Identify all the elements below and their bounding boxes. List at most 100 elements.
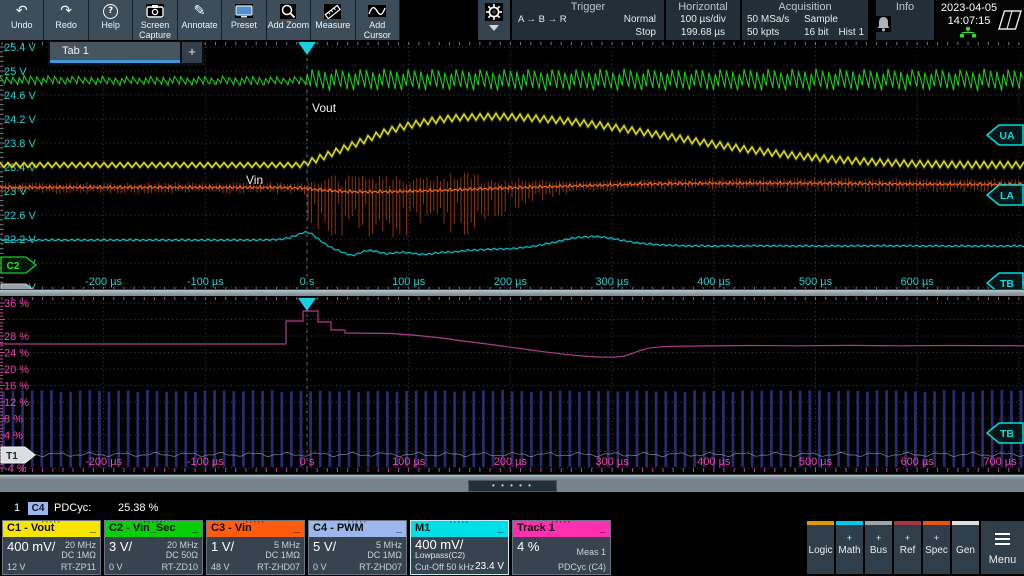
channel-coupling: DC 1MΩ: [367, 550, 402, 560]
svg-text:100 µs: 100 µs: [392, 276, 426, 288]
channel-box-c1[interactable]: ····· C1 - Vout _ 400 mV/ 20 MHz DC 1MΩ …: [2, 520, 101, 575]
trigger-marker[interactable]: [298, 42, 316, 55]
svg-text:700 µs: 700 µs: [983, 456, 1017, 468]
add-zoom-button[interactable]: Add Zoom: [267, 0, 310, 40]
svg-text:300 µs: 300 µs: [595, 276, 629, 288]
horizontal-scrollbar[interactable]: • • • • •: [0, 479, 1024, 492]
menu-button[interactable]: Menu: [981, 521, 1024, 574]
help-button[interactable]: ? Help: [89, 0, 132, 40]
annotate-label: Annotate: [181, 21, 217, 31]
channel-offset: 0 V: [109, 562, 123, 572]
add-math-button[interactable]: + Math: [836, 521, 863, 574]
channel-probe: RT-ZP11: [61, 562, 96, 572]
svg-text:T1: T1: [6, 451, 18, 462]
brand-logo: [997, 9, 1023, 31]
add-cursor-label: Add Cursor: [364, 21, 391, 40]
acquisition-history: Hist 1: [838, 27, 864, 38]
math-box-m1[interactable]: ····· M1 _ 400 mV/ Lowpass(C2) Cut-Off 5…: [410, 520, 509, 575]
annotate-button[interactable]: ✎ Annotate: [178, 0, 221, 40]
horizontal-panel[interactable]: Horizontal 100 µs/div 199.68 µs: [666, 0, 740, 40]
drag-grip: ·····: [552, 515, 572, 530]
drag-grip: ·····: [348, 515, 368, 530]
preset-button[interactable]: Preset: [222, 0, 265, 40]
measure-button[interactable]: Measure: [311, 0, 354, 40]
svg-text:24.6 V: 24.6 V: [4, 90, 36, 102]
channel-probe: RT-ZD10: [162, 562, 198, 572]
chevron-down-icon: [489, 25, 499, 31]
m1-lowpass-trace[interactable]: [0, 231, 1024, 255]
add-tab-button[interactable]: +: [182, 42, 202, 63]
settings-button[interactable]: [478, 0, 510, 40]
svg-text:4 %: 4 %: [4, 430, 23, 442]
trigger-panel[interactable]: Trigger A → B → R Normal Stop: [512, 0, 664, 40]
track-marker-t1[interactable]: T1: [1, 447, 35, 463]
math-label: Math: [836, 545, 863, 556]
trigger-marker[interactable]: [298, 298, 316, 311]
svg-text:TB: TB: [1000, 428, 1014, 440]
acquisition-panel[interactable]: Acquisition 50 MSa/s Sample 50 kpts 16 b…: [742, 0, 868, 40]
add-ref-button[interactable]: + Ref: [894, 521, 921, 574]
waveform-graticule-lower[interactable]: 36 %28 %24 %20 %16 %12 %8 %4 %-4 %-200 µ…: [0, 296, 1024, 474]
gen-button[interactable]: Gen: [952, 521, 979, 574]
svg-text:36 %: 36 %: [4, 298, 29, 310]
track-box-track1[interactable]: ····· Track 1 _ 4 % Meas 1 PDCyc (C4): [512, 520, 611, 575]
drag-grip: ·····: [450, 515, 470, 530]
svg-text:24 %: 24 %: [4, 348, 29, 360]
undo-button[interactable]: ↶ Undo: [0, 0, 43, 40]
track1-trace[interactable]: [0, 311, 1024, 357]
logic-button[interactable]: Logic: [807, 521, 834, 574]
add-spec-button[interactable]: + Spec: [923, 521, 950, 574]
channel-offset: 12 V: [7, 562, 26, 572]
camera-icon: [146, 2, 164, 20]
channel-coupling: DC 1MΩ: [61, 550, 96, 560]
trace-annotation: Vout: [312, 101, 337, 115]
minimize-button[interactable]: _: [294, 521, 300, 536]
add-bus-button[interactable]: + Bus: [865, 521, 892, 574]
svg-text:25.4 V: 25.4 V: [4, 42, 36, 54]
level-tag-la[interactable]: LA: [987, 185, 1023, 205]
svg-text:400 µs: 400 µs: [697, 456, 731, 468]
math-function: Lowpass(C2): [415, 550, 465, 560]
tab-tab1[interactable]: Tab 1: [50, 42, 180, 63]
undo-label: Undo: [11, 21, 33, 31]
plus-icon: +: [865, 533, 892, 543]
trigger-title: Trigger: [512, 1, 664, 13]
track-meas-type: PDCyc (C4): [558, 562, 606, 572]
minimize-button[interactable]: _: [600, 521, 606, 536]
minimize-button[interactable]: _: [90, 521, 96, 536]
minimize-button[interactable]: _: [396, 521, 402, 536]
c1-vout-trace[interactable]: [0, 113, 1024, 168]
gear-icon: [485, 3, 503, 21]
level-tag-ua[interactable]: UA: [987, 125, 1023, 145]
c2-vinsec-trace[interactable]: [0, 68, 1022, 91]
info-panel[interactable]: Info: [876, 0, 934, 40]
channel-title: Track 1: [517, 522, 555, 534]
svg-text:12 %: 12 %: [4, 397, 29, 409]
minimize-button[interactable]: _: [498, 521, 504, 536]
channel-box-c4[interactable]: ····· C4 - PWM _ 5 V/ 5 MHz DC 1MΩ 0 V R…: [308, 520, 407, 575]
svg-text:UA: UA: [999, 130, 1015, 142]
plus-icon: +: [894, 533, 921, 543]
minimize-button[interactable]: _: [192, 521, 198, 536]
channel-box-c2[interactable]: ····· C2 - Vin_Sec _ 3 V/ 20 MHz DC 50Ω …: [104, 520, 203, 575]
plus-icon: +: [923, 533, 950, 543]
logic-color-strip: [807, 521, 834, 525]
network-status-icon: [960, 27, 976, 38]
channel-offset: 0 V: [313, 562, 327, 572]
drag-grip: ·····: [246, 515, 266, 530]
svg-text:500 µs: 500 µs: [799, 276, 833, 288]
channel-box-c3[interactable]: ····· C3 - Vin _ 1 V/ 5 MHz DC 1MΩ 48 V …: [206, 520, 305, 575]
svg-text:-200 µs: -200 µs: [85, 456, 122, 468]
trigger-sequence: A → B → R: [518, 14, 567, 25]
clock-panel[interactable]: 2023-04-05 14:07:15: [936, 0, 1024, 40]
toolbar: ↶ Undo ↷ Redo ? Help Screen Capture ✎ An…: [0, 0, 400, 40]
screen-capture-button[interactable]: Screen Capture: [133, 0, 176, 40]
channel-scale: 3 V/: [109, 539, 132, 554]
scrollbar-handle[interactable]: • • • • •: [468, 480, 557, 492]
waveform-graticule-upper[interactable]: 25.4 V25 V24.6 V24.2 V23.8 V23.4 V23 V22…: [0, 40, 1024, 289]
redo-button[interactable]: ↷ Redo: [44, 0, 87, 40]
svg-text:600 µs: 600 µs: [901, 456, 935, 468]
channel-probe: RT-ZHD07: [359, 562, 402, 572]
add-cursor-button[interactable]: Add Cursor: [356, 0, 399, 40]
svg-text:8 %: 8 %: [4, 414, 23, 426]
